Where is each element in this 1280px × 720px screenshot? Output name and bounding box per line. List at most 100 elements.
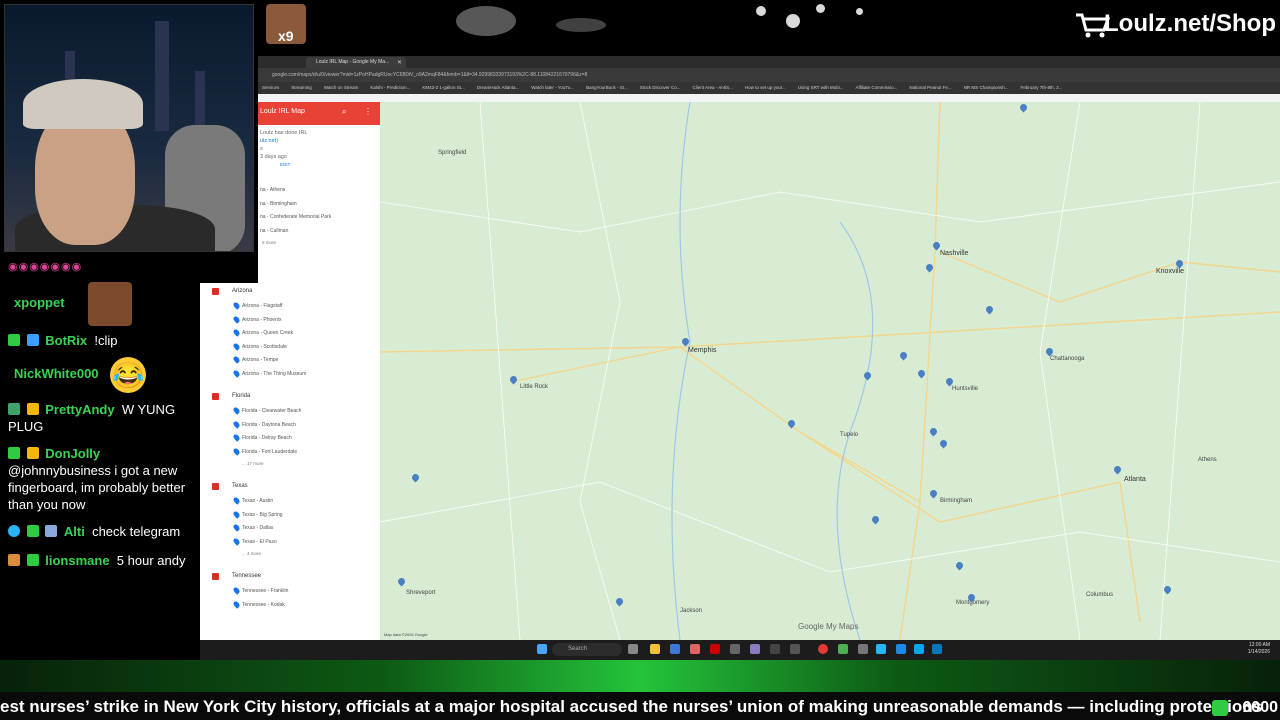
map-pin[interactable] — [956, 562, 963, 572]
map-pin[interactable] — [1164, 586, 1171, 596]
map-pin[interactable] — [864, 372, 871, 382]
bookmark-item[interactable]: National Peanut Fe... — [909, 85, 951, 90]
more-icon[interactable]: ⋮ — [364, 107, 372, 116]
app-icon[interactable] — [730, 644, 740, 654]
map-pin[interactable] — [788, 420, 795, 430]
bookmark-item[interactable]: BangYourBuck - St... — [586, 85, 628, 90]
place-item[interactable]: Texas - El Paso — [200, 535, 380, 549]
bookmark-item[interactable]: Kalshi - Prediction... — [370, 85, 410, 90]
windows-start-icon[interactable] — [537, 644, 547, 654]
place-item[interactable]: Arizona - The Thing Museum — [200, 367, 380, 381]
place-item[interactable]: na - Birmingham — [258, 197, 380, 211]
app-icon[interactable] — [932, 644, 942, 654]
place-label: Tennessee - Franklin — [242, 588, 289, 594]
app-icon[interactable] — [914, 644, 924, 654]
layer-checkbox[interactable] — [212, 393, 219, 400]
place-item[interactable]: Florida - Daytona Beach — [200, 418, 380, 432]
bookmark-item[interactable]: Affiliate Commissio... — [855, 85, 897, 90]
layer-checkbox[interactable] — [212, 483, 219, 490]
map-pin[interactable] — [510, 376, 517, 386]
map-pin[interactable] — [1046, 348, 1053, 358]
app-icon[interactable] — [770, 644, 780, 654]
bookmark-item[interactable]: Services — [262, 85, 279, 90]
edit-button[interactable]: EDIT — [260, 161, 378, 169]
place-item[interactable]: Florida - Delray Beach — [200, 431, 380, 445]
bookmark-item[interactable]: Stock Discover Co... — [640, 85, 681, 90]
app-icon[interactable] — [838, 644, 848, 654]
app-icon[interactable] — [670, 644, 680, 654]
bookmark-item[interactable]: Watch on Stream — [324, 85, 359, 90]
more-link[interactable]: ... 17 more — [200, 458, 380, 470]
place-item[interactable]: Tennessee - Kodak — [200, 598, 380, 612]
map-pin[interactable] — [933, 242, 940, 252]
address-bar[interactable]: google.com/maps/d/u/0/viewer?mid=1zPoHPa… — [258, 68, 1280, 82]
layer-checkbox[interactable] — [212, 288, 219, 295]
map-pin[interactable] — [926, 264, 933, 274]
bookmark-item[interactable]: February 7th-8th, 2... — [1020, 85, 1062, 90]
place-item[interactable]: Texas - Dallas — [200, 521, 380, 535]
app-icon[interactable] — [858, 644, 868, 654]
app-icon[interactable] — [790, 644, 800, 654]
place-item[interactable]: Texas - Big Spring — [200, 508, 380, 522]
browser-tab[interactable]: Loulz IRL Map - Google My Ma... ✕ — [306, 57, 406, 68]
map-pin[interactable] — [900, 352, 907, 362]
bookmark-item[interactable]: How to set up your... — [745, 85, 786, 90]
place-item[interactable]: Arizona - Tempe — [200, 353, 380, 367]
chat-message: PrettyAndy W YUNG PLUG — [8, 401, 192, 435]
map-pin[interactable] — [986, 306, 993, 316]
map-pin[interactable] — [1114, 466, 1121, 476]
app-icon[interactable] — [690, 644, 700, 654]
bookmark-item[interactable]: Client Area - AntiS... — [693, 85, 733, 90]
layer-checkbox[interactable] — [212, 573, 219, 580]
layer-title: Tennessee — [232, 573, 262, 579]
discord-icon[interactable] — [750, 644, 760, 654]
map-pin[interactable] — [1176, 260, 1183, 270]
map-description-text: Loulz has done IRL — [260, 130, 308, 136]
map-view[interactable]: Springfield Nashville Knoxville Memphis … — [380, 102, 1280, 640]
search-icon[interactable]: ⌕ — [342, 107, 346, 117]
place-item[interactable]: Arizona - Scottsdale — [200, 340, 380, 354]
place-item[interactable]: na - Confederate Memorial Park — [258, 210, 380, 224]
map-pin[interactable] — [682, 338, 689, 348]
folder-icon[interactable] — [650, 644, 660, 654]
place-item[interactable]: na - Cullman — [258, 224, 380, 238]
place-item[interactable]: Arizona - Flagstaff — [200, 299, 380, 313]
bookmark-item[interactable]: Streaming — [291, 85, 312, 90]
map-pin[interactable] — [398, 578, 405, 588]
map-pin[interactable] — [968, 594, 975, 604]
place-item[interactable]: Texas - Austin — [200, 494, 380, 508]
place-item[interactable]: na - Athens — [258, 183, 380, 197]
place-item[interactable]: Tennessee - Franklin — [200, 584, 380, 598]
bookmark-item[interactable]: Watch later - YouTu... — [531, 85, 574, 90]
app-icon[interactable] — [876, 644, 886, 654]
more-link[interactable]: ... 4 more — [200, 548, 380, 560]
bookmark-item[interactable]: KM43-2 1-gallon St... — [422, 85, 464, 90]
map-pin[interactable] — [412, 474, 419, 484]
map-layer: Arizona Arizona - Flagstaff Arizona - Phoe… — [200, 283, 380, 380]
map-pin[interactable] — [1020, 104, 1027, 114]
obs-icon[interactable] — [818, 644, 828, 654]
place-item[interactable]: Arizona - Phoenix — [200, 313, 380, 327]
map-pin[interactable] — [940, 440, 947, 450]
map-pin[interactable] — [918, 370, 925, 380]
place-item[interactable]: Florida - Clearwater Beach — [200, 404, 380, 418]
place-item[interactable]: Arizona - Queen Creek — [200, 326, 380, 340]
map-pin[interactable] — [946, 378, 953, 388]
chat-username: DonJolly — [45, 446, 101, 461]
map-pin[interactable] — [872, 516, 879, 526]
taskbar-search[interactable]: Search — [552, 643, 622, 656]
map-pin[interactable] — [930, 428, 937, 438]
place-item[interactable]: Florida - Fort Lauderdale — [200, 445, 380, 459]
bookmark-item[interactable]: DreamHack Atlanta... — [477, 85, 520, 90]
bookmark-item[interactable]: Using SRT with Mobi... — [798, 85, 844, 90]
close-icon[interactable]: ✕ — [397, 59, 402, 66]
map-pin[interactable] — [930, 490, 937, 500]
map-description-link[interactable]: ulz.net) — [260, 137, 378, 145]
app-icon[interactable] — [628, 644, 638, 654]
more-link[interactable]: 9 more — [258, 237, 380, 249]
map-pin[interactable] — [616, 598, 623, 608]
browser-icon[interactable] — [710, 644, 720, 654]
system-clock[interactable]: 12:00 AM 1/14/2026 — [1248, 642, 1270, 656]
bookmark-item[interactable]: NR MS Championsh... — [964, 85, 1009, 90]
app-icon[interactable] — [896, 644, 906, 654]
